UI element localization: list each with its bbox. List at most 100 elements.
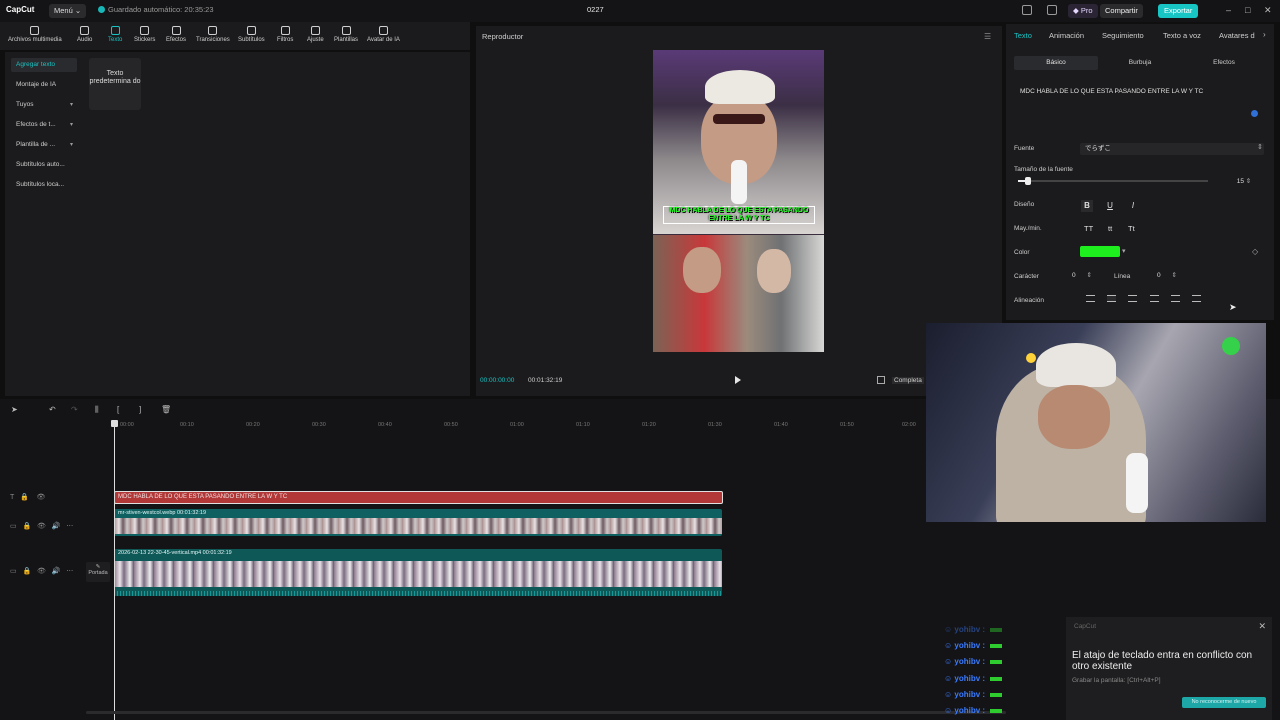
layout-icon[interactable] <box>1022 5 1032 15</box>
player-title: Reproductor <box>482 32 524 41</box>
subtab-effects[interactable]: Efectos <box>1182 56 1266 70</box>
text-track-controls[interactable]: T 🔒 👁 <box>10 493 45 501</box>
chat-message-bar <box>990 692 1003 697</box>
line-spacing-input[interactable]: 0 ⇕ <box>1157 271 1177 279</box>
caret-down-icon[interactable]: ▾ <box>1122 247 1126 255</box>
toolbar-text[interactable]: Texto <box>108 26 122 43</box>
tab-animation[interactable]: Animación <box>1049 31 1084 40</box>
font-size-value[interactable]: 15 ⇕ <box>1224 176 1264 187</box>
toolbar-transitions[interactable]: Transiciones <box>196 26 230 43</box>
sidebar-item-ai-montage[interactable]: Montaje de IA <box>11 78 77 92</box>
tab-avatars[interactable]: Avatares d <box>1219 31 1255 40</box>
color-swatch[interactable] <box>1080 246 1120 257</box>
close-icon[interactable]: ✕ <box>1264 5 1272 16</box>
bold-icon[interactable]: B <box>1081 200 1093 212</box>
font-size-slider[interactable] <box>1018 177 1208 185</box>
ai-assist-icon[interactable] <box>1251 110 1258 117</box>
preview-caption[interactable]: MDC HABLA DE LO QUE ESTA PASANDO ENTRE L… <box>663 206 815 224</box>
undo-icon[interactable]: ↶ <box>49 405 58 414</box>
video-clip[interactable]: 2026-02-13 22-30-45-vertical.mp4 00:01:3… <box>114 549 722 596</box>
text-content-input[interactable]: MDC HABLA DE LO QUE ESTA PASANDO ENTRE L… <box>1014 84 1258 120</box>
sidebar-item-text-effects[interactable]: Efectos de t... ▾ <box>11 118 77 132</box>
timeline-scrollbar[interactable] <box>86 711 1006 714</box>
dont-remind-button[interactable]: No reconocerme de nuevo <box>1182 697 1266 708</box>
chat-row: ☺ yohibv : <box>944 625 1003 634</box>
redo-icon[interactable]: ↷ <box>71 405 80 414</box>
chevron-right-icon[interactable]: › <box>1263 30 1266 39</box>
subtab-bubble[interactable]: Burbuja <box>1098 56 1182 70</box>
share-button[interactable]: Compartir <box>1100 4 1143 18</box>
select-tool-icon[interactable]: ➤ <box>11 405 20 414</box>
close-icon[interactable]: ✕ <box>1258 621 1266 632</box>
align-middle-icon[interactable] <box>1171 295 1180 302</box>
fit-icon[interactable] <box>877 376 885 384</box>
player-menu-icon[interactable]: ☰ <box>984 32 991 41</box>
toolbar-effects[interactable]: Efectos <box>166 26 186 43</box>
playhead-handle[interactable] <box>111 420 118 427</box>
play-icon[interactable] <box>735 376 741 384</box>
trim-left-icon[interactable]: [ <box>117 405 126 414</box>
sidebar-item-auto-subtitles[interactable]: Subtítulos auto... <box>11 158 77 172</box>
export-button[interactable]: Exportar <box>1158 4 1199 18</box>
split-icon[interactable]: ⫼ <box>95 405 104 414</box>
font-label: Fuente <box>1014 145 1035 152</box>
font-size-slider-thumb[interactable] <box>1024 177 1031 185</box>
keyboard-icon[interactable] <box>1047 5 1057 15</box>
timeline-tick: 00:40 <box>378 422 392 428</box>
default-text-card[interactable]: Texto predetermina do <box>89 58 141 110</box>
underline-icon[interactable]: U <box>1104 200 1116 212</box>
font-size-label: Tamaño de la fuente <box>1014 166 1073 173</box>
character-spacing-input[interactable]: 0 ⇕ <box>1072 271 1092 279</box>
delete-icon[interactable]: 🗑 <box>161 405 171 414</box>
timeline-tick: 00:20 <box>246 422 260 428</box>
tab-text[interactable]: Texto <box>1014 31 1032 40</box>
menu-button[interactable]: Menú ⌄ <box>49 4 87 18</box>
align-right-icon[interactable] <box>1128 295 1137 302</box>
chat-row: ☺ yohibv : <box>944 657 1003 666</box>
tab-text-to-speech[interactable]: Texto a voz <box>1163 31 1201 40</box>
align-left-icon[interactable] <box>1086 295 1095 302</box>
italic-icon[interactable]: I <box>1127 200 1139 212</box>
ratio-select[interactable]: Completa <box>892 377 924 384</box>
align-center-icon[interactable] <box>1107 295 1116 302</box>
chat-row: ☺ yohibv : <box>944 706 1003 715</box>
text-icon <box>110 26 120 35</box>
toolbar-adjust[interactable]: Ajuste <box>307 26 324 43</box>
sidebar-item-local-subtitles[interactable]: Subtítulos loca... <box>11 178 77 192</box>
title-bar: CapCut Menú ⌄ Guardado automático: 20:35… <box>0 0 1280 22</box>
pro-button[interactable]: ◆ Pro <box>1068 4 1098 18</box>
timeline-tick: 01:20 <box>642 422 656 428</box>
toolbar-filters[interactable]: Filtros <box>277 26 293 43</box>
clip-thumbnails <box>114 561 722 587</box>
keyframe-icon[interactable]: ◇ <box>1252 247 1258 256</box>
sidebar-item-add-text[interactable]: Agregar texto <box>11 58 77 72</box>
trim-right-icon[interactable]: ] <box>139 405 148 414</box>
maximize-icon[interactable]: □ <box>1245 5 1250 15</box>
titlecase-button[interactable]: Tt <box>1128 224 1135 233</box>
cover-button[interactable]: ✎ Portada <box>86 562 110 582</box>
toolbar-subtitles[interactable]: Subtítulos <box>238 26 265 43</box>
font-select[interactable]: でらずこ <box>1080 143 1264 155</box>
video-preview[interactable]: MDC HABLA DE LO QUE ESTA PASANDO ENTRE L… <box>653 50 824 352</box>
sidebar-item-yours[interactable]: Tuyos ▾ <box>11 98 77 112</box>
align-bottom-icon[interactable] <box>1192 295 1201 302</box>
tab-tracking[interactable]: Seguimiento <box>1102 31 1144 40</box>
text-clip[interactable]: MDC HABLA DE LO QUE ESTA PASANDO ENTRE L… <box>114 491 723 504</box>
toolbar-templates[interactable]: Plantillas <box>334 26 358 43</box>
video-track-2-controls[interactable]: ▭ 🔒 👁 🔊 ⋯ <box>10 567 73 575</box>
image-clip[interactable]: mr-stiven-westcol.webp 00:01:32:19 <box>114 509 722 536</box>
lowercase-button[interactable]: tt <box>1108 224 1112 233</box>
toolbar-audio[interactable]: Audio <box>77 26 92 43</box>
uppercase-button[interactable]: TT <box>1084 224 1093 233</box>
align-top-icon[interactable] <box>1150 295 1159 302</box>
clip-thumbnails <box>114 518 722 534</box>
chat-badge-icon: ☺ <box>944 674 953 683</box>
toolbar-ai-avatar[interactable]: Avatar de IA <box>367 26 400 43</box>
playhead[interactable] <box>114 420 115 720</box>
sidebar-item-text-templates[interactable]: Plantilla de ... ▾ <box>11 138 77 152</box>
toolbar-stickers[interactable]: Stickers <box>134 26 155 43</box>
subtab-basic[interactable]: Básico <box>1014 56 1098 70</box>
video-track-1-controls[interactable]: ▭ 🔒 👁 🔊 ⋯ <box>10 522 73 530</box>
toolbar-media[interactable]: Archivos multimedia <box>8 26 62 43</box>
minimize-icon[interactable]: – <box>1226 5 1231 15</box>
